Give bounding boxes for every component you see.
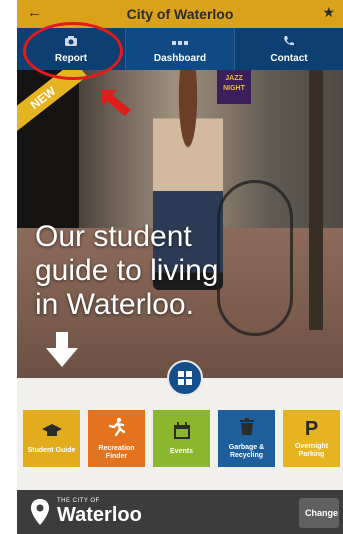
nav-contact[interactable]: Contact (235, 28, 343, 70)
tile-label: Events (170, 447, 193, 455)
menu-grid-button[interactable] (167, 360, 203, 396)
calendar-icon (173, 421, 191, 444)
hero-headline: Our student guide to living in Waterloo. (35, 220, 219, 321)
quick-links: Student Guide Recreation Finder Events G… (23, 410, 343, 472)
phone-icon (283, 35, 295, 51)
tile-student-guide[interactable]: Student Guide (23, 410, 80, 467)
hero-banner[interactable]: JAZZ NIGHT NEW Our student guide to livi… (17, 70, 343, 378)
star-icon[interactable]: ★ (322, 4, 335, 21)
map-pin-icon (31, 499, 49, 525)
runner-icon (108, 417, 126, 441)
tile-overnight-parking[interactable]: P Overnight Parking (283, 410, 340, 467)
graduation-cap-icon (41, 423, 63, 443)
tile-recreation-finder[interactable]: Recreation Finder (88, 410, 145, 467)
trash-icon (239, 417, 255, 440)
red-annotation-arrow-icon (101, 90, 131, 116)
dashboard-icon (172, 35, 188, 51)
footer-bar: THE CITY OF Waterloo Change (17, 490, 343, 534)
waterloo-logo-text: Waterloo (57, 504, 142, 526)
nav-dashboard[interactable]: Dashboard (126, 28, 235, 70)
app-screen: ← City of Waterloo ★ Report Dashboard Co… (17, 0, 343, 534)
hero-tree (309, 70, 323, 330)
tile-garbage-recycling[interactable]: Garbage & Recycling (218, 410, 275, 467)
grid-icon (178, 371, 192, 385)
change-button[interactable]: Change (299, 498, 339, 528)
parking-icon: P (304, 417, 319, 440)
nav-contact-label: Contact (270, 52, 308, 64)
down-arrow-icon (46, 332, 78, 367)
red-highlight-circle (23, 22, 123, 80)
app-title: City of Waterloo (126, 6, 234, 22)
tile-label: Recreation Finder (98, 444, 135, 460)
nav-dashboard-label: Dashboard (153, 52, 207, 64)
tile-label: Overnight Parking (294, 442, 329, 458)
tile-events[interactable]: Events (153, 410, 210, 467)
tile-label: Garbage & Recycling (228, 443, 265, 459)
tile-label: Student Guide (27, 446, 76, 454)
